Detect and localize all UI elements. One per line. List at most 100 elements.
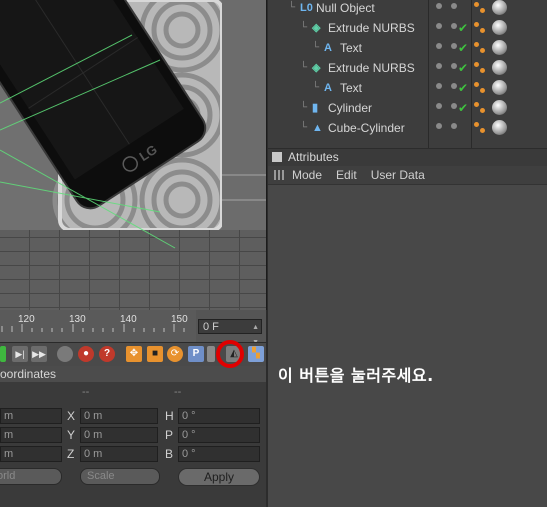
tag-phong-icon[interactable] [480, 8, 485, 13]
enabled-check-icon[interactable]: ✔ [458, 78, 468, 98]
rotation-h-field[interactable]: 0 ° [178, 408, 260, 424]
menu-mode[interactable]: Mode [292, 168, 322, 182]
tag-phong-icon[interactable] [480, 68, 485, 73]
object-manager: └ L0 Null Object └ ◈ Extrude NURBS ✔ └ A Text ✔ └ ◈ E… [268, 0, 547, 148]
object-name[interactable]: Cylinder [328, 98, 372, 118]
render-visibility-dot[interactable] [451, 3, 457, 9]
render-visibility-dot[interactable] [451, 103, 457, 109]
keyframe-selection-icon[interactable]: ▚ [248, 346, 264, 362]
hierarchy-line: └ [300, 122, 308, 133]
timeline-tick-150: 150 [171, 314, 188, 325]
enabled-check-icon[interactable]: ✔ [458, 38, 468, 58]
tag-phong-icon[interactable] [474, 82, 479, 87]
rotate-key-icon[interactable]: ⟳ [167, 346, 183, 362]
scale-mode-dropdown[interactable]: Scale [80, 468, 160, 485]
position-z-field[interactable]: 0 m [80, 446, 158, 462]
axis-h-label: H [165, 409, 174, 423]
parameter-key-icon[interactable]: P [188, 346, 204, 362]
tag-phong-icon[interactable] [480, 48, 485, 53]
object-name[interactable]: Extrude NURBS [328, 18, 415, 38]
instruction-text: 이 버튼을 눌러주세요. [278, 366, 434, 385]
object-name[interactable]: Extrude NURBS [328, 58, 415, 78]
material-tag-icon[interactable] [492, 120, 507, 135]
play-forward-icon[interactable] [0, 346, 6, 362]
editor-visibility-dot[interactable] [436, 23, 442, 29]
menu-user-data[interactable]: User Data [371, 168, 425, 182]
record-keys-icon[interactable] [57, 346, 73, 362]
hierarchy-line: └ [300, 62, 308, 73]
tag-phong-icon[interactable] [474, 62, 479, 67]
3d-viewport[interactable]: LG [0, 0, 267, 310]
object-name[interactable]: Null Object [316, 0, 375, 18]
size-x-field[interactable]: m [0, 408, 62, 424]
rotation-b-field[interactable]: 0 ° [178, 446, 260, 462]
render-visibility-dot[interactable] [451, 63, 457, 69]
object-name[interactable]: Cube-Cylinder [328, 118, 405, 138]
object-row[interactable]: └ ▮ Cylinder ✔ [268, 98, 547, 118]
material-tag-icon[interactable] [492, 100, 507, 115]
enabled-check-icon[interactable]: ✔ [458, 18, 468, 38]
position-y-field[interactable]: 0 m [80, 427, 158, 443]
material-tag-icon[interactable] [492, 40, 507, 55]
tag-phong-icon[interactable] [480, 128, 485, 133]
apply-button[interactable]: Apply [178, 468, 260, 486]
axis-b-label: B [165, 447, 174, 461]
panel-grip-icon[interactable] [272, 152, 282, 162]
object-row[interactable]: └ L0 Null Object [268, 0, 547, 18]
material-tag-icon[interactable] [492, 80, 507, 95]
current-frame-field[interactable]: 0 F ▲▼ [198, 319, 262, 346]
extrude-icon: ◈ [312, 62, 321, 74]
tag-phong-icon[interactable] [474, 22, 479, 27]
editor-visibility-dot[interactable] [436, 83, 442, 89]
tag-phong-icon[interactable] [474, 102, 479, 107]
enabled-check-icon[interactable]: ✔ [458, 98, 468, 118]
keyframe-help-icon[interactable]: ? [99, 346, 115, 362]
rotation-p-field[interactable]: 0 ° [178, 427, 260, 443]
timeline-ruler[interactable]: 120 130 140 150 0 F ▲▼ [0, 310, 266, 346]
attributes-manager: Attributes Mode Edit User Data [268, 149, 547, 507]
timeline-tick-140: 140 [120, 314, 137, 325]
object-row[interactable]: └ ◈ Extrude NURBS ✔ [268, 18, 547, 38]
tag-phong-icon[interactable] [474, 2, 479, 7]
material-tag-icon[interactable] [492, 20, 507, 35]
autokey-icon[interactable]: ● [78, 346, 94, 362]
next-frame-icon[interactable]: ▶| [12, 346, 28, 362]
text-spline-icon: A [324, 82, 332, 94]
enabled-check-icon[interactable]: ✔ [458, 58, 468, 78]
editor-visibility-dot[interactable] [436, 103, 442, 109]
material-tag-icon[interactable] [492, 0, 507, 15]
size-y-field[interactable]: m [0, 427, 62, 443]
object-row[interactable]: └ ▲ Cube-Cylinder [268, 118, 547, 138]
size-z-field[interactable]: m [0, 446, 62, 462]
pla-key-icon[interactable] [207, 346, 215, 362]
coordinate-mode-dropdown[interactable]: orld [0, 468, 62, 485]
timeline-tick-130: 130 [69, 314, 86, 325]
render-visibility-dot[interactable] [451, 83, 457, 89]
tag-phong-icon[interactable] [480, 88, 485, 93]
goto-end-icon[interactable]: ▶▶ [31, 346, 47, 362]
menu-edit[interactable]: Edit [336, 168, 357, 182]
render-visibility-dot[interactable] [451, 123, 457, 129]
editor-visibility-dot[interactable] [436, 123, 442, 129]
move-key-icon[interactable]: ✥ [126, 346, 142, 362]
tag-phong-icon[interactable] [480, 28, 485, 33]
object-name[interactable]: Text [340, 78, 362, 98]
tag-phong-icon[interactable] [474, 42, 479, 47]
editor-visibility-dot[interactable] [436, 63, 442, 69]
material-tag-icon[interactable] [492, 60, 507, 75]
object-name[interactable]: Text [340, 38, 362, 58]
extrude-icon: ◈ [312, 22, 321, 34]
render-visibility-dot[interactable] [451, 23, 457, 29]
object-row[interactable]: └ ◈ Extrude NURBS ✔ [268, 58, 547, 78]
scale-key-icon[interactable]: ■ [147, 346, 163, 362]
position-x-field[interactable]: 0 m [80, 408, 158, 424]
highlight-circle [216, 340, 244, 368]
tag-phong-icon[interactable] [480, 108, 485, 113]
menu-grip-icon[interactable] [274, 170, 284, 180]
editor-visibility-dot[interactable] [436, 43, 442, 49]
editor-visibility-dot[interactable] [436, 3, 442, 9]
render-visibility-dot[interactable] [451, 43, 457, 49]
object-row[interactable]: └ A Text ✔ [268, 38, 547, 58]
object-row[interactable]: └ A Text ✔ [268, 78, 547, 98]
tag-phong-icon[interactable] [474, 122, 479, 127]
